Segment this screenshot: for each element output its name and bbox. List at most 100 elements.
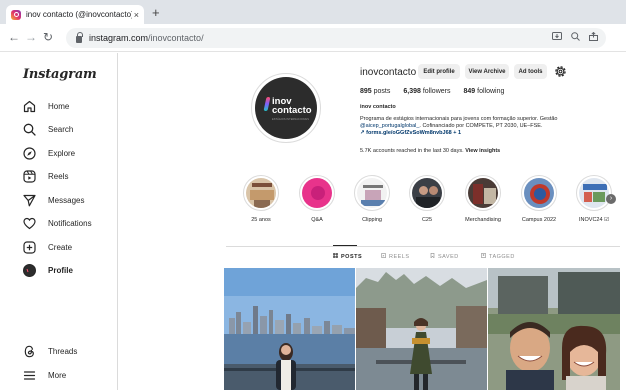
browser-tab[interactable]: inov contacto (@inovcontacto) • × bbox=[6, 5, 144, 24]
tab-reels[interactable]: REELS bbox=[381, 253, 410, 260]
tab-title: inov contacto (@inovcontacto) • bbox=[26, 10, 132, 19]
reels-icon bbox=[381, 253, 387, 260]
highlight-label: Q&A bbox=[311, 217, 323, 223]
followers-stat[interactable]: 6,398 followers bbox=[403, 88, 450, 95]
sidebar-item-explore[interactable]: Explore bbox=[22, 144, 75, 162]
story-highlight[interactable]: 25 anos bbox=[239, 175, 283, 223]
sidebar-item-create[interactable]: Create bbox=[22, 238, 72, 256]
view-archive-button[interactable]: View Archive bbox=[465, 64, 509, 79]
tab-saved[interactable]: SAVED bbox=[430, 253, 459, 260]
story-highlight[interactable]: Q&A bbox=[295, 175, 339, 223]
new-tab-button[interactable]: + bbox=[152, 5, 160, 21]
post-thumbnail[interactable] bbox=[488, 268, 620, 390]
tab-tagged[interactable]: TAGGED bbox=[481, 253, 515, 260]
browser-tab-bar: inov contacto (@inovcontacto) • × + bbox=[0, 0, 626, 24]
sidebar-item-profile[interactable]: Profile bbox=[22, 261, 73, 279]
highlight-thumbnail bbox=[468, 178, 498, 208]
menu-icon bbox=[22, 368, 36, 382]
home-icon bbox=[22, 99, 36, 113]
story-highlight[interactable]: C25 bbox=[405, 175, 449, 223]
instagram-favicon-icon bbox=[11, 9, 21, 20]
sidebar-item-label: Create bbox=[48, 242, 73, 252]
highlight-thumbnail bbox=[357, 178, 387, 208]
settings-gear-icon[interactable] bbox=[553, 64, 568, 79]
bio-line: Programa de estágios internacionais para… bbox=[360, 116, 558, 122]
highlight-thumbnail bbox=[524, 178, 554, 208]
forward-button[interactable]: → bbox=[25, 30, 37, 44]
sidebar-item-label: Threads bbox=[48, 346, 78, 356]
story-highlight[interactable]: Merchandising bbox=[461, 175, 505, 223]
post-image-selfie bbox=[488, 268, 620, 390]
edit-profile-button[interactable]: Edit profile bbox=[418, 64, 460, 79]
profile-avatar[interactable]: inov contacto ESTÁGIOS INTERNACIONAIS bbox=[251, 73, 321, 143]
profile-username: inovcontacto bbox=[360, 67, 417, 78]
tab-posts[interactable]: POSTS bbox=[332, 252, 362, 260]
compass-icon bbox=[22, 146, 36, 160]
bio-line: . Cofinanciado por COMPETE, PT 2030, UE–… bbox=[419, 123, 543, 129]
install-app-icon[interactable] bbox=[552, 32, 562, 43]
following-stat[interactable]: 849 following bbox=[463, 88, 504, 95]
active-tab-indicator bbox=[333, 245, 357, 246]
post-image-canal-street bbox=[356, 268, 487, 390]
url-text[interactable]: instagram.com/inovcontacto/ bbox=[89, 33, 204, 43]
highlight-label: INOVC24 ☑ bbox=[579, 217, 609, 223]
bookmark-icon bbox=[430, 253, 435, 260]
sidebar-item-search[interactable]: Search bbox=[22, 120, 73, 138]
highlight-label: C25 bbox=[421, 217, 433, 223]
avatar: inov contacto ESTÁGIOS INTERNACIONAIS bbox=[255, 77, 317, 139]
share-icon[interactable] bbox=[589, 31, 598, 43]
story-highlight[interactable]: Clipping bbox=[350, 175, 394, 223]
back-button[interactable]: ← bbox=[8, 30, 20, 44]
sidebar-item-label: Home bbox=[48, 101, 70, 111]
profile-stats: 895 posts 6,398 followers 849 following bbox=[360, 88, 504, 95]
insights-summary: 5.7K accounts reached in the last 30 day… bbox=[360, 148, 501, 154]
sidebar-item-label: Profile bbox=[48, 265, 73, 275]
sidebar-item-more[interactable]: More bbox=[22, 366, 66, 384]
tab-close-icon[interactable]: × bbox=[134, 10, 139, 20]
bio-external-link[interactable]: ↗ forms.gle/oGGfZvSoWm8nvbJ68 + 1 bbox=[360, 130, 461, 136]
brand-mark-icon bbox=[263, 97, 271, 111]
avatar-text-line-2: contacto bbox=[272, 105, 312, 116]
sidebar-item-reels[interactable]: Reels bbox=[22, 167, 68, 185]
profile-avatar-icon bbox=[22, 263, 36, 277]
post-thumbnail[interactable] bbox=[356, 268, 487, 390]
instagram-logo[interactable]: Instagram bbox=[23, 67, 97, 82]
plus-square-icon bbox=[22, 240, 36, 254]
highlight-label: Merchandising bbox=[465, 217, 501, 223]
tag-person-icon bbox=[481, 253, 487, 260]
sidebar-item-label: Search bbox=[48, 124, 74, 134]
sidebar-item-messages[interactable]: Messages bbox=[22, 191, 84, 209]
highlight-thumbnail bbox=[302, 178, 332, 208]
highlight-label: Clipping bbox=[362, 217, 382, 223]
sidebar-item-notifications[interactable]: Notifications bbox=[22, 214, 92, 232]
sidebar-item-label: Messages bbox=[48, 195, 85, 205]
grid-icon bbox=[332, 252, 339, 260]
highlight-thumbnail bbox=[579, 178, 609, 208]
view-insights-link[interactable]: View insights bbox=[465, 148, 500, 154]
zoom-icon[interactable] bbox=[571, 32, 580, 43]
address-bar[interactable]: instagram.com/inovcontacto/ bbox=[66, 28, 606, 48]
posts-stat: 895 posts bbox=[360, 88, 391, 95]
highlight-thumbnail bbox=[246, 178, 276, 208]
highlights-next-button[interactable]: › bbox=[606, 194, 616, 204]
browser-toolbar: ← → ↻ instagram.com/inovcontacto/ bbox=[0, 24, 626, 52]
avatar-subtitle: ESTÁGIOS INTERNACIONAIS bbox=[272, 118, 310, 121]
reload-button[interactable]: ↻ bbox=[43, 30, 53, 44]
ad-tools-button[interactable]: Ad tools bbox=[514, 64, 547, 79]
threads-icon bbox=[22, 344, 36, 358]
reels-icon bbox=[22, 169, 36, 183]
post-thumbnail[interactable] bbox=[224, 268, 355, 390]
lock-icon[interactable] bbox=[76, 32, 83, 43]
bio-name: inov contacto bbox=[360, 104, 396, 110]
search-icon bbox=[22, 122, 36, 136]
sidebar-item-label: Reels bbox=[48, 171, 69, 181]
sidebar-item-threads[interactable]: Threads bbox=[22, 342, 77, 360]
highlight-label: Campus 2022 bbox=[521, 217, 557, 223]
tabs-divider bbox=[226, 246, 620, 247]
sidebar-item-label: Explore bbox=[48, 148, 76, 158]
story-highlight[interactable]: Campus 2022 bbox=[517, 175, 561, 223]
highlight-thumbnail bbox=[412, 178, 442, 208]
bio-mention-link[interactable]: @aicep_portugalglobal_ bbox=[360, 123, 419, 129]
messages-icon bbox=[22, 193, 36, 207]
sidebar-item-home[interactable]: Home bbox=[22, 97, 69, 115]
